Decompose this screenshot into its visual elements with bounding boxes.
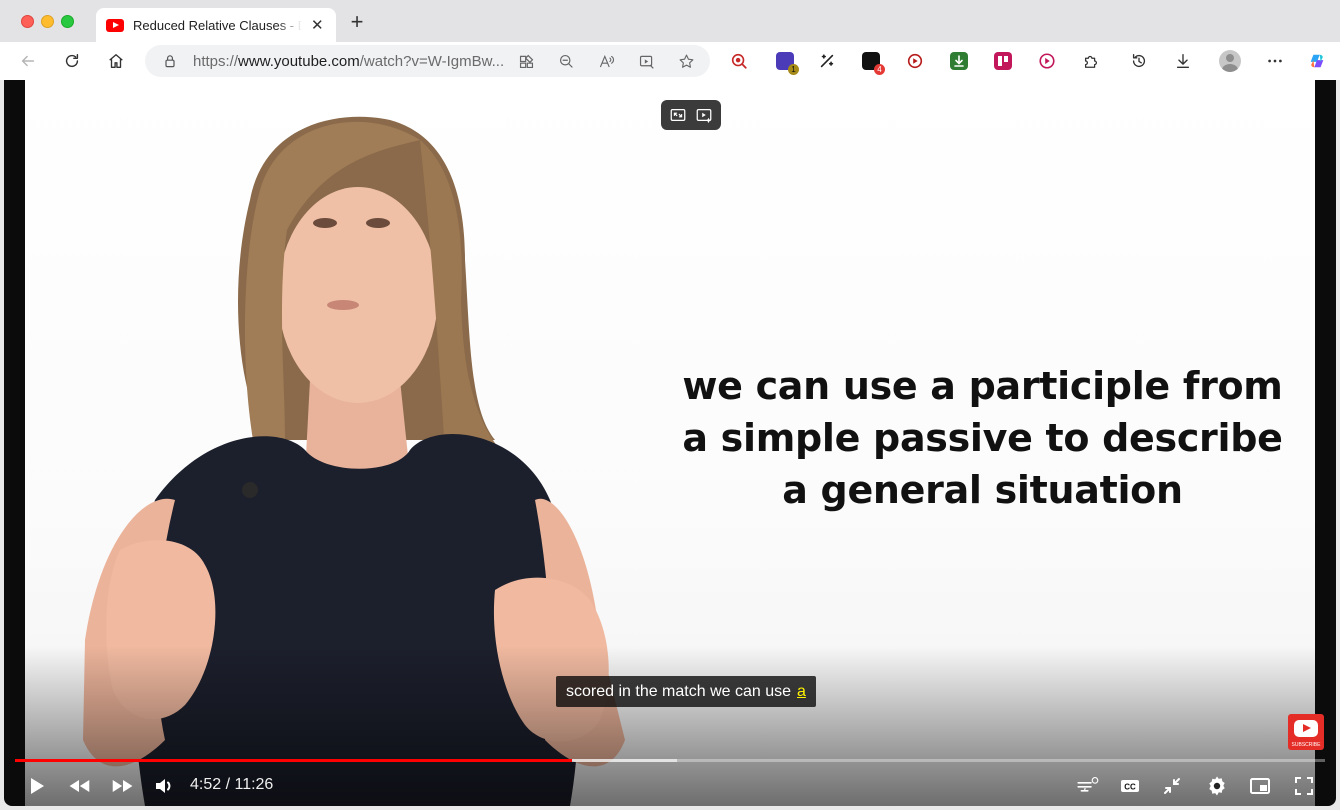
home-icon — [109, 54, 123, 68]
slide-line: a simple passive to describe — [682, 416, 1283, 460]
video-surface[interactable]: we can use a participle from a simple pa… — [25, 80, 1315, 806]
tab-close-icon[interactable]: ✕ — [308, 16, 326, 34]
read-aloud-icon[interactable] — [597, 52, 615, 70]
volume-button[interactable] — [150, 772, 178, 800]
fast-forward-icon — [112, 780, 133, 792]
rewind-button[interactable] — [62, 772, 96, 800]
captions-button[interactable]: CC — [1116, 772, 1144, 800]
miniplayer-button[interactable] — [1246, 772, 1274, 800]
slide-line: we can use a participle from — [682, 364, 1283, 408]
new-tab-button[interactable]: + — [346, 11, 368, 34]
downloads-icon[interactable] — [1172, 50, 1194, 72]
caption-highlight-word: a — [797, 683, 806, 700]
extension-screen-recorder-icon[interactable] — [904, 50, 926, 72]
rewind-icon — [69, 780, 90, 792]
tab-title: Reduced Relative Clauses - De — [133, 17, 303, 33]
back-arrow-icon — [21, 55, 35, 67]
progress-played — [15, 759, 572, 762]
autoplay-icon — [1077, 777, 1099, 792]
media-cast-icon[interactable] — [637, 52, 655, 70]
player-controls: 4:52 / 11:26 CC — [4, 766, 1336, 806]
floating-video-controls — [661, 100, 721, 130]
copilot-icon[interactable] — [1306, 50, 1328, 72]
settings-button[interactable] — [1203, 772, 1231, 800]
slide-line: a general situation — [782, 468, 1183, 512]
autoplay-settings-button[interactable] — [1070, 772, 1104, 800]
fast-forward-button[interactable] — [106, 772, 140, 800]
extension-download-icon[interactable] — [950, 52, 968, 70]
extensions-puzzle-icon[interactable] — [1080, 50, 1102, 72]
picture-in-picture-icon[interactable] — [667, 104, 689, 126]
time-display: 4:52 / 11:26 — [190, 776, 274, 793]
progress-bar[interactable] — [15, 759, 1325, 762]
close-window-button[interactable] — [21, 15, 34, 28]
extension-search-icon[interactable] — [728, 50, 750, 72]
svg-text:CC: CC — [1124, 783, 1136, 792]
favorite-star-icon[interactable] — [677, 52, 695, 70]
extension-trello-icon[interactable] — [994, 52, 1012, 70]
play-button[interactable] — [22, 772, 50, 800]
caption-text: scored in the match we can use — [566, 683, 792, 700]
exit-fullscreen-minimize-button[interactable] — [1158, 772, 1186, 800]
app-available-icon[interactable] — [517, 52, 535, 70]
subscribe-label: SUBSCRIBE — [1291, 742, 1321, 748]
extension-purple-icon[interactable]: 1 — [776, 52, 799, 75]
extension-badge: 1 — [788, 64, 799, 75]
lock-icon[interactable] — [161, 52, 179, 70]
fullscreen-icon — [1295, 777, 1313, 795]
extension-magic-icon[interactable] — [816, 50, 838, 72]
youtube-favicon-icon — [106, 18, 124, 32]
home-button[interactable] — [105, 50, 127, 72]
slide-text: we can use a participle from a simple pa… — [665, 360, 1300, 516]
subscribe-watermark[interactable]: SUBSCRIBE — [1288, 714, 1324, 750]
extension-badge: 4 — [874, 64, 885, 75]
video-player[interactable]: we can use a participle from a simple pa… — [4, 80, 1336, 806]
zoom-window-button[interactable] — [61, 15, 74, 28]
gear-icon — [1209, 776, 1225, 796]
extension-black-icon[interactable]: 4 — [862, 52, 885, 75]
reload-button[interactable] — [61, 50, 83, 72]
miniplayer-icon — [1250, 778, 1270, 794]
url-text: https://www.youtube.com/watch?v=W-IgmBw.… — [193, 53, 505, 70]
more-menu-icon[interactable] — [1264, 50, 1286, 72]
back-button[interactable] — [17, 50, 39, 72]
captions-icon: CC — [1121, 780, 1139, 792]
minimize-window-button[interactable] — [41, 15, 54, 28]
extension-play-icon[interactable] — [1036, 50, 1058, 72]
address-bar[interactable]: https://www.youtube.com/watch?v=W-IgmBw.… — [145, 45, 710, 77]
fullscreen-button[interactable] — [1290, 772, 1318, 800]
zoom-out-icon[interactable] — [557, 52, 575, 70]
shrink-arrows-icon — [1164, 778, 1180, 794]
history-icon[interactable] — [1128, 50, 1150, 72]
active-tab[interactable]: Reduced Relative Clauses - De ✕ — [96, 8, 336, 42]
browser-toolbar: https://www.youtube.com/watch?v=W-IgmBw.… — [0, 42, 1340, 80]
volume-icon — [156, 779, 171, 793]
video-enhance-icon[interactable] — [693, 104, 715, 126]
tab-strip: Reduced Relative Clauses - De ✕ + — [0, 0, 1340, 42]
profile-avatar[interactable] — [1219, 50, 1241, 72]
caption-box: scored in the match we can use a — [556, 676, 816, 707]
reload-icon — [65, 53, 79, 68]
play-icon — [31, 778, 44, 794]
